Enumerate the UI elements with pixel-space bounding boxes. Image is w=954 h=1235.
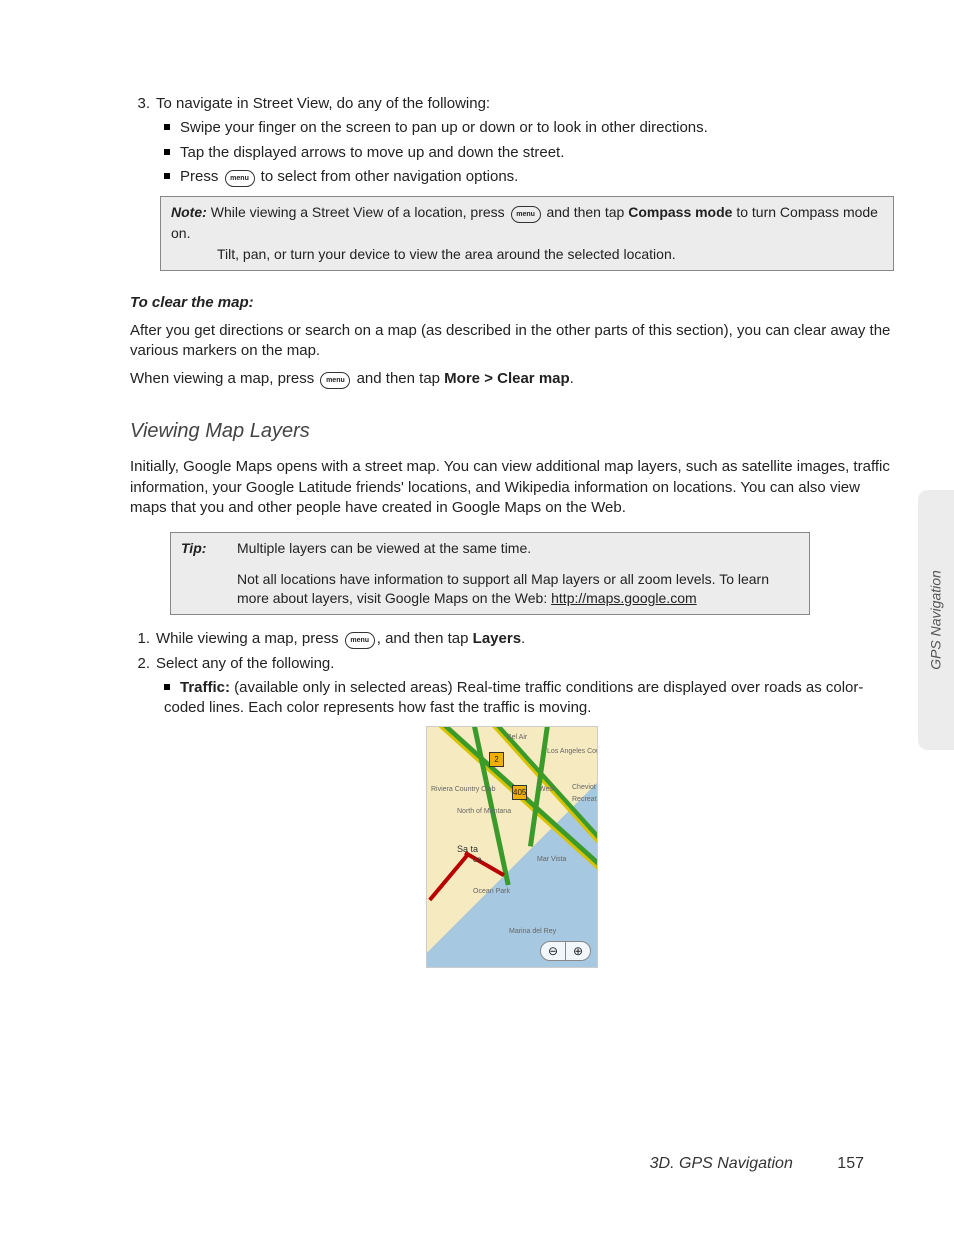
- map-label: Marina del Rey: [509, 927, 556, 936]
- viewing-map-layers-heading: Viewing Map Layers: [130, 418, 894, 445]
- note-box: Note:While viewing a Street View of a lo…: [160, 196, 894, 271]
- footer-section: 3D. GPS Navigation: [650, 1155, 793, 1172]
- menu-key-icon: menu: [511, 206, 541, 223]
- bullet-icon: [164, 124, 170, 130]
- layers-intro: Initially, Google Maps opens with a stre…: [130, 457, 894, 518]
- highway-shield-icon: 2: [489, 752, 504, 767]
- bullet-icon: [164, 173, 170, 179]
- clear-map-para2: When viewing a map, press menu and then …: [130, 369, 894, 390]
- step-3-number: 3.: [130, 94, 150, 114]
- bullet-icon: [164, 684, 170, 690]
- map-label: Sa ta: [457, 843, 478, 855]
- note-label: Note:: [171, 204, 207, 220]
- map-label: West: [539, 785, 555, 794]
- highway-shield-icon: 405: [512, 785, 527, 800]
- step-3-text: To navigate in Street View, do any of th…: [156, 95, 490, 112]
- tip-box: Tip: Multiple layers can be viewed at th…: [170, 532, 810, 615]
- layers-step-2: 2.Select any of the following.: [130, 654, 894, 674]
- sv-bullet-3: Press menu to select from other navigati…: [164, 167, 894, 188]
- menu-key-icon: menu: [320, 372, 350, 389]
- bullet-icon: [164, 149, 170, 155]
- menu-key-icon: menu: [345, 632, 375, 649]
- map-label: Cheviot: [572, 783, 596, 792]
- traffic-map-figure: 2 405 Bel Air Los Angeles Country Club W…: [426, 726, 598, 968]
- menu-key-icon: menu: [225, 170, 255, 187]
- map-label: Mar Vista: [537, 855, 566, 864]
- tip-label: Tip:: [171, 533, 228, 564]
- page-footer: 3D. GPS Navigation 157: [650, 1153, 864, 1175]
- tip-row2: Not all locations have information to su…: [227, 564, 810, 614]
- layers-step-1: 1.While viewing a map, press menu, and t…: [130, 629, 894, 650]
- section-thumb-tab: GPS Navigation: [918, 490, 954, 750]
- zoom-out-button[interactable]: ⊖: [541, 942, 566, 960]
- tip-row1: Multiple layers can be viewed at the sam…: [227, 533, 810, 564]
- section-thumb-label: GPS Navigation: [927, 570, 946, 670]
- footer-page-number: 157: [837, 1155, 864, 1172]
- map-label: Recreatio: [572, 795, 598, 804]
- traffic-bullet: Traffic: (available only in selected are…: [164, 678, 894, 719]
- map-label: North of Montana: [457, 807, 511, 816]
- zoom-in-button[interactable]: ⊕: [566, 942, 590, 960]
- map-label: Bel Air: [507, 733, 527, 742]
- sv-bullet-2: Tap the displayed arrows to move up and …: [164, 143, 894, 163]
- sv-bullet-1: Swipe your finger on the screen to pan u…: [164, 118, 894, 138]
- map-label: Ocean Park: [473, 887, 510, 896]
- zoom-control: ⊖ ⊕: [540, 941, 591, 961]
- map-label: ca: [473, 855, 481, 866]
- clear-map-para1: After you get directions or search on a …: [130, 321, 894, 362]
- step-3: 3. To navigate in Street View, do any of …: [130, 94, 894, 114]
- map-label: Riviera Country Club: [431, 785, 496, 794]
- clear-map-heading: To clear the map:: [130, 293, 894, 313]
- map-label: Los Angeles Country Club: [547, 747, 598, 756]
- maps-url-link[interactable]: http://maps.google.com: [551, 590, 697, 606]
